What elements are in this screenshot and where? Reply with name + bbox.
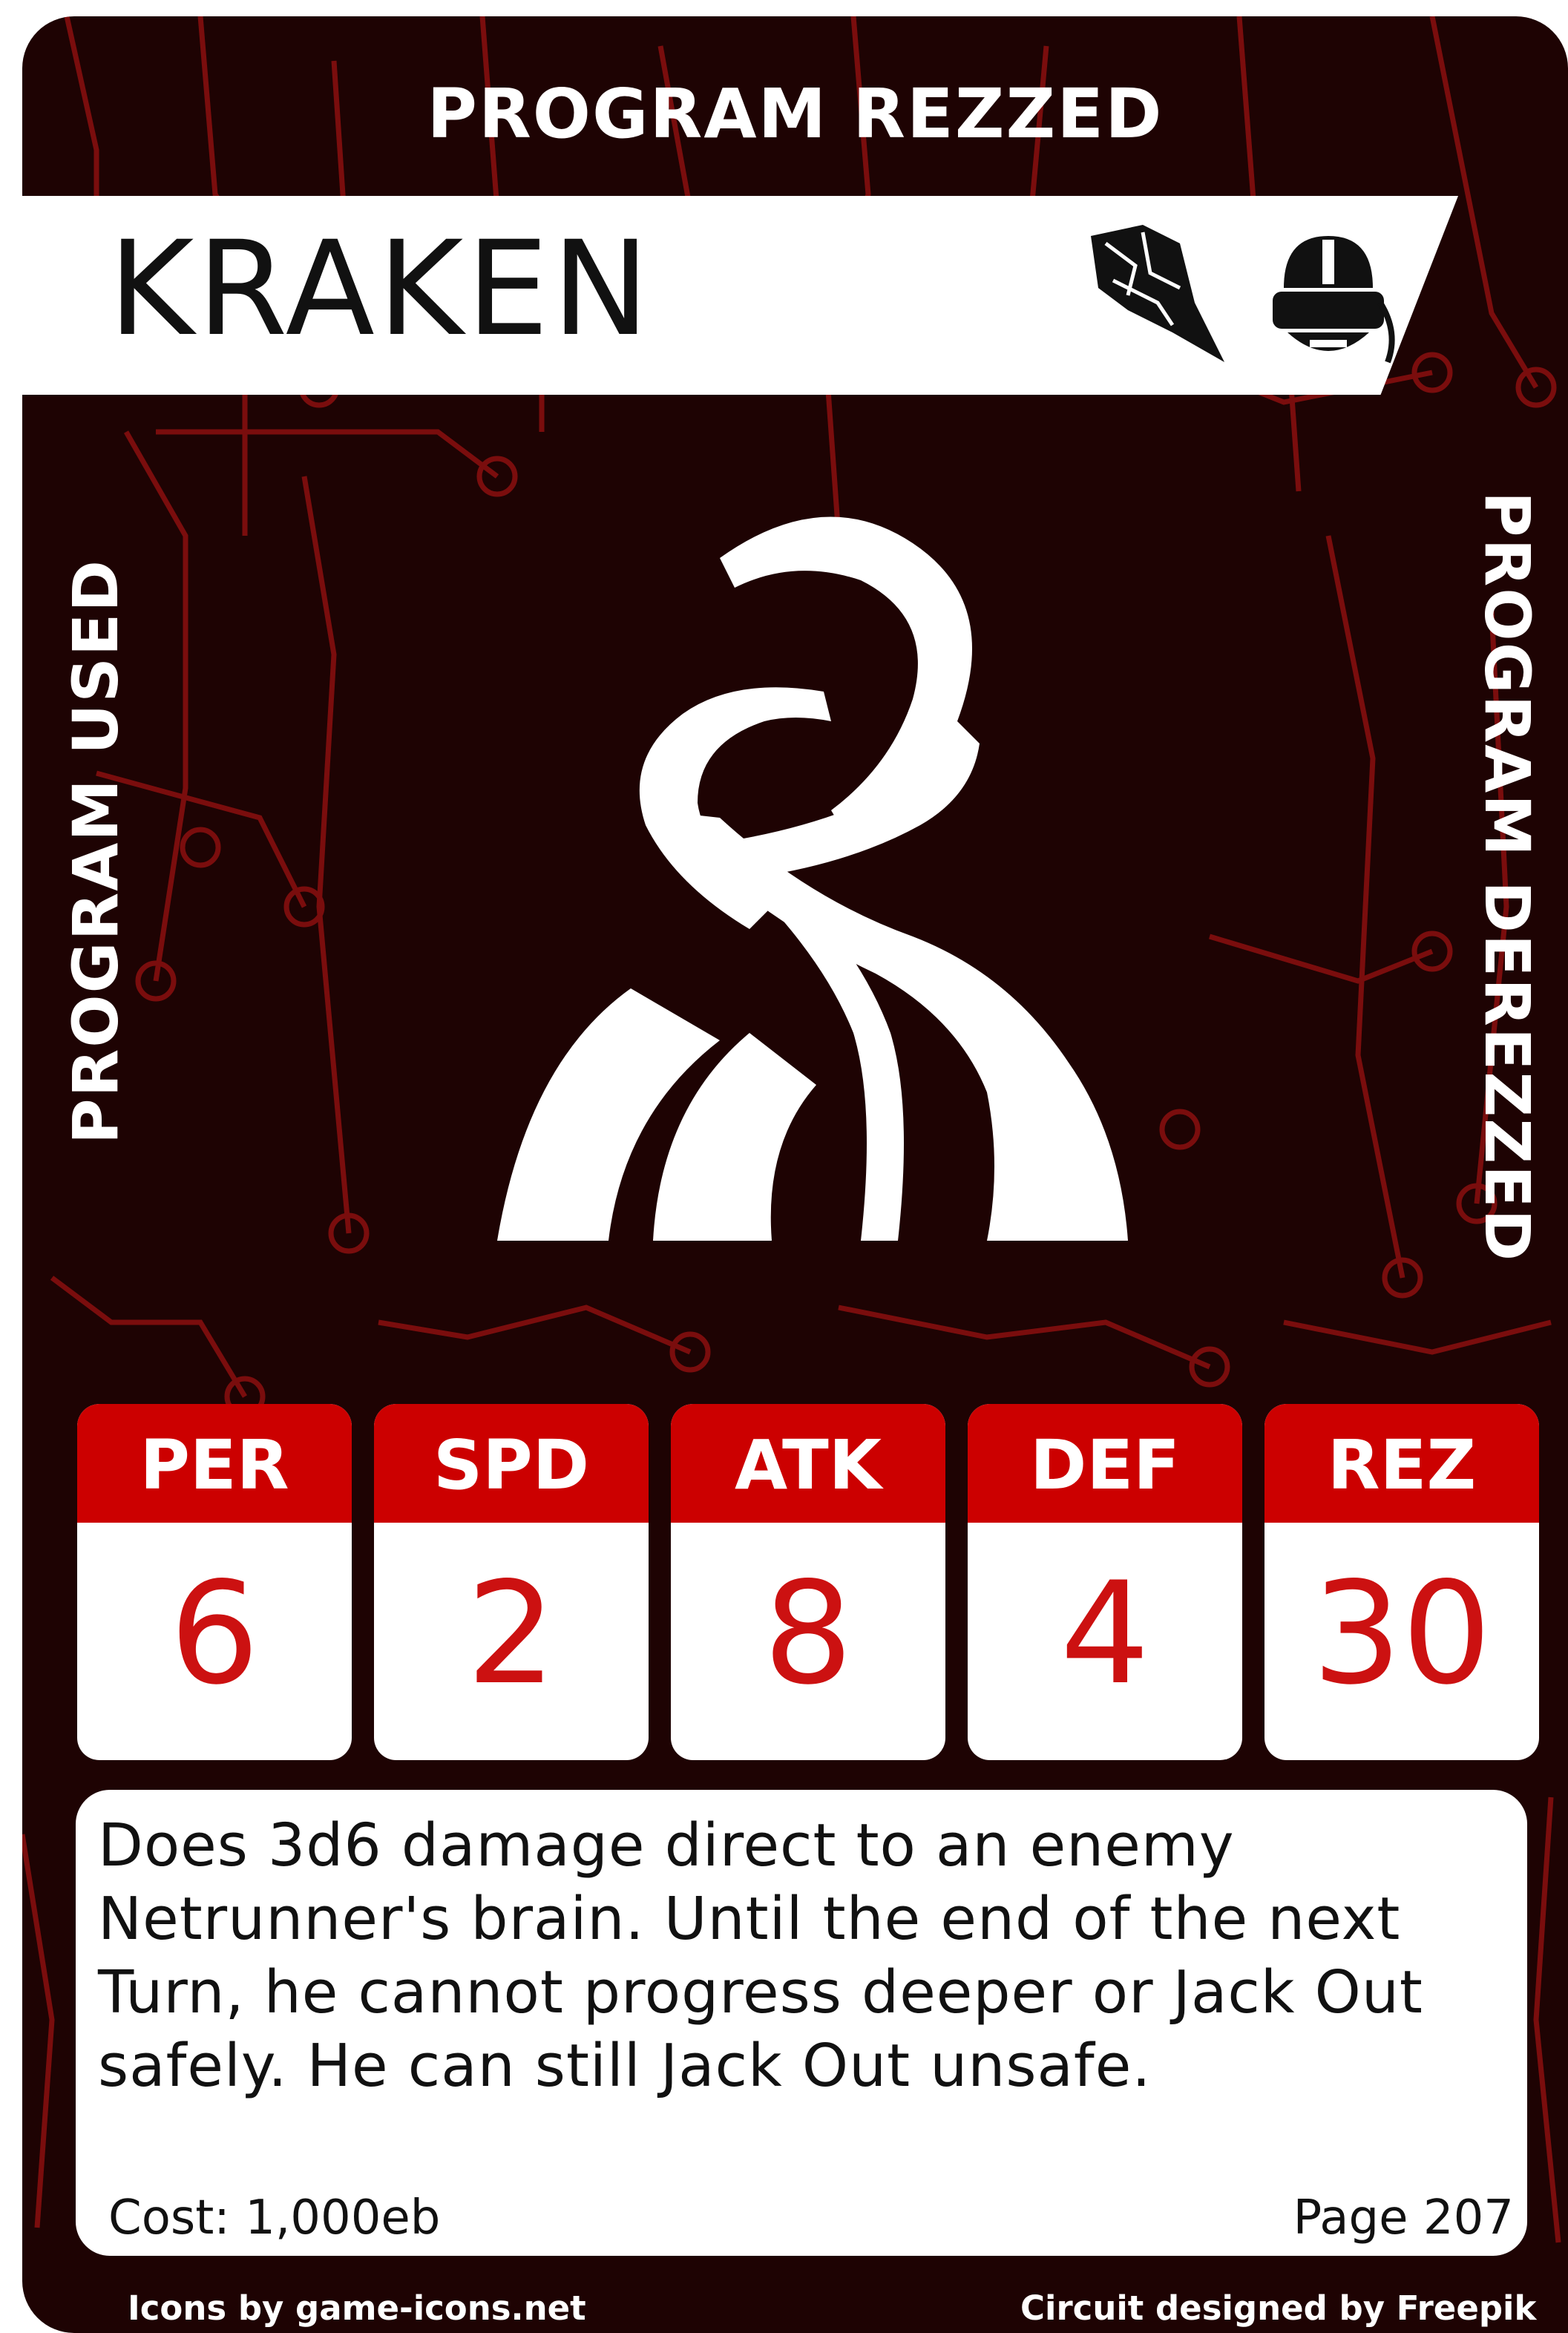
stat-rez: REZ 30 <box>1264 1404 1539 1760</box>
card-name: KRAKEN <box>108 213 653 365</box>
stat-label: ATK <box>671 1404 945 1523</box>
program-derezzed-label: PROGRAM DEREZZED <box>1471 491 1544 1263</box>
description-box: Does 3d6 damage direct to an enemy Netru… <box>76 1790 1527 2256</box>
name-banner: KRAKEN <box>22 196 1458 395</box>
stat-label: DEF <box>968 1404 1242 1523</box>
stat-value: 6 <box>169 1552 260 1716</box>
stat-spd: SPD 2 <box>374 1404 649 1760</box>
stat-per: PER 6 <box>77 1404 352 1760</box>
description-text: Does 3d6 damage direct to an enemy Netru… <box>98 1811 1423 2100</box>
kraken-tentacles-icon <box>438 499 1224 1285</box>
stat-label: SPD <box>374 1404 649 1523</box>
page-reference: Page 207 <box>1293 2191 1514 2245</box>
stat-value: 30 <box>1312 1552 1492 1716</box>
stat-atk: ATK 8 <box>671 1404 945 1760</box>
stat-value: 8 <box>763 1552 853 1716</box>
stat-label: PER <box>77 1404 352 1523</box>
program-used-label: PROGRAM USED <box>59 559 132 1144</box>
vr-headset-icon <box>1254 221 1403 370</box>
stat-def: DEF 4 <box>968 1404 1242 1760</box>
stat-label: REZ <box>1264 1404 1539 1523</box>
cost-text: Cost: 1,000eb <box>108 2191 441 2245</box>
stat-value: 4 <box>1060 1552 1150 1716</box>
stat-value: 2 <box>466 1552 557 1716</box>
program-card: PROGRAM REZZED KRAKEN PROGRAM USED PROGR… <box>22 16 1568 2333</box>
circuit-credit: Circuit designed by Freepik <box>1020 2288 1537 2328</box>
shattered-glass-icon <box>1083 221 1232 370</box>
program-rezzed-label: PROGRAM REZZED <box>427 74 1164 154</box>
icons-credit: Icons by game-icons.net <box>128 2288 586 2328</box>
